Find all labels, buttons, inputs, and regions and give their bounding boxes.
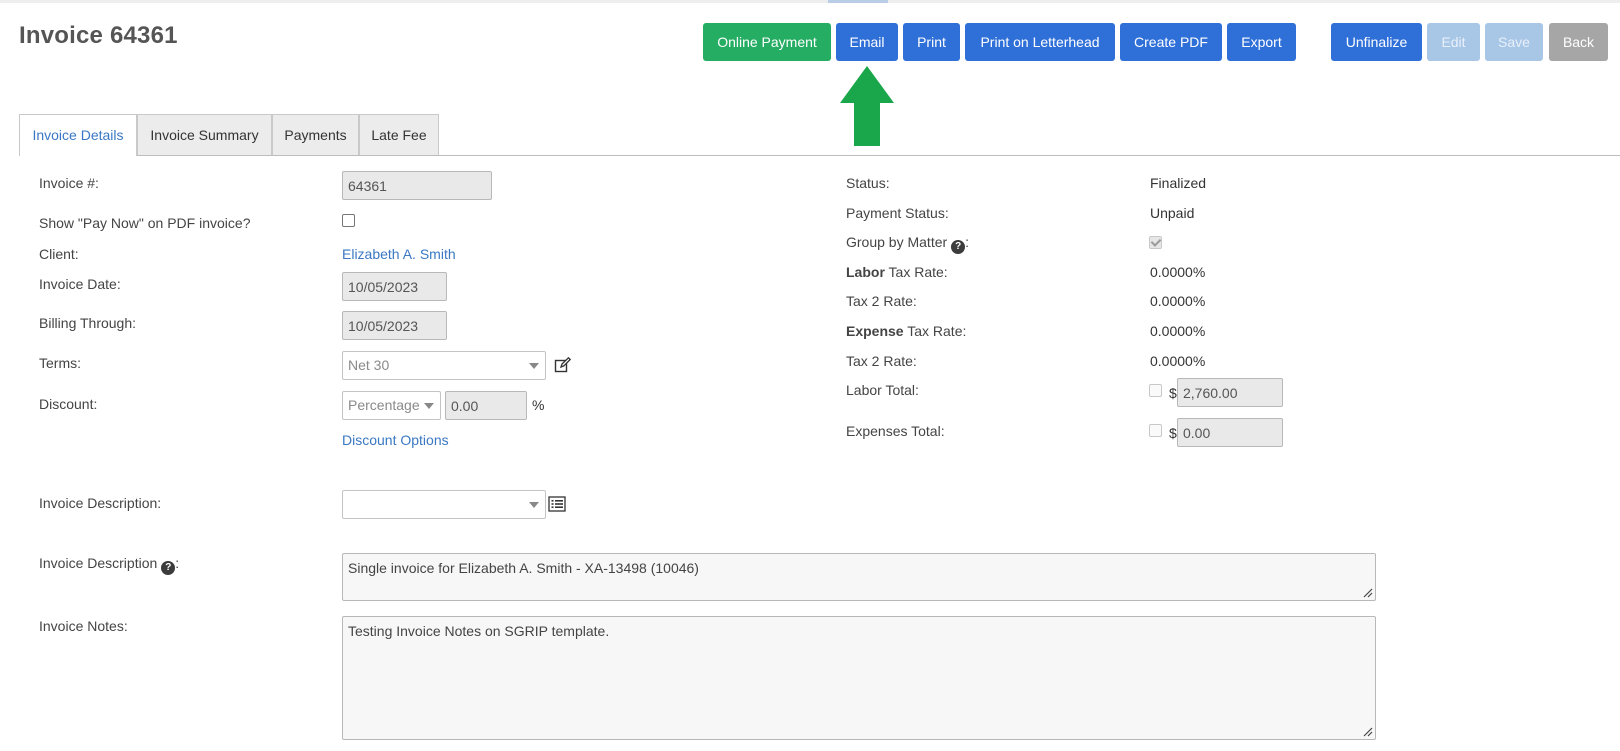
labor-tax-rate-label-bold: Labor — [846, 264, 885, 280]
discount-unit: % — [532, 397, 545, 413]
invoice-description-select[interactable] — [342, 490, 546, 519]
tax2-rate-value-expense: 0.0000% — [1150, 353, 1206, 369]
tax2-rate-value: 0.0000% — [1150, 293, 1206, 309]
chevron-down-icon — [529, 502, 539, 508]
invoice-date-field[interactable] — [342, 272, 447, 301]
top-border-accent — [828, 0, 888, 3]
billing-through-field[interactable] — [342, 311, 447, 340]
list-icon[interactable] — [548, 496, 566, 512]
tab-payments[interactable]: Payments — [272, 114, 359, 155]
invoice-number-label: Invoice #: — [39, 175, 99, 191]
payment-status-label: Payment Status: — [846, 205, 949, 221]
expenses-total-checkbox[interactable] — [1149, 424, 1162, 437]
invoice-description-label-text: Invoice Description — [39, 555, 158, 571]
save-button[interactable]: Save — [1485, 23, 1543, 61]
invoice-date-label: Invoice Date: — [39, 276, 121, 292]
edit-button[interactable]: Edit — [1427, 23, 1480, 61]
invoice-description-label-colon: : — [175, 555, 180, 571]
expense-tax-rate-label-rest: Tax Rate: — [903, 323, 967, 339]
discount-type-select[interactable]: Percentage — [342, 391, 441, 420]
chevron-down-icon — [424, 403, 434, 409]
payment-status-value: Unpaid — [1150, 205, 1195, 221]
email-button[interactable]: Email — [836, 23, 898, 61]
client-link[interactable]: Elizabeth A. Smith — [342, 246, 456, 262]
help-icon[interactable]: ? — [161, 561, 176, 575]
tab-bar-divider — [19, 155, 1620, 156]
expense-tax-rate-label: Expense Tax Rate: — [846, 323, 966, 339]
tab-late-fee[interactable]: Late Fee — [359, 114, 439, 155]
invoice-notes-textarea[interactable]: Testing Invoice Notes on SGRIP template. — [342, 616, 1376, 740]
terms-value: Net 30 — [348, 357, 390, 373]
invoice-notes-label: Invoice Notes: — [39, 618, 128, 634]
terms-label: Terms: — [39, 355, 81, 371]
resize-grip-icon[interactable] — [1363, 588, 1373, 598]
export-button[interactable]: Export — [1227, 23, 1296, 61]
discount-label: Discount: — [39, 396, 98, 412]
group-by-matter-label-colon: : — [965, 234, 970, 250]
tax2-rate-label: Tax 2 Rate: — [846, 293, 917, 309]
billing-through-label: Billing Through: — [39, 315, 137, 331]
labor-tax-rate-value: 0.0000% — [1150, 264, 1206, 280]
print-button[interactable]: Print — [903, 23, 960, 61]
online-payment-button[interactable]: Online Payment — [703, 23, 831, 61]
group-by-matter-label: Group by Matter?: — [846, 234, 969, 254]
pay-now-checkbox[interactable] — [342, 214, 355, 227]
create-pdf-button[interactable]: Create PDF — [1120, 23, 1222, 61]
labor-total-label: Labor Total: — [846, 382, 919, 398]
group-by-matter-label-text: Group by Matter — [846, 234, 948, 250]
invoice-number-field[interactable] — [342, 171, 492, 200]
edit-icon[interactable] — [554, 357, 571, 374]
labor-total-currency: $ — [1169, 385, 1177, 401]
top-border — [0, 0, 1620, 3]
labor-total-field[interactable] — [1177, 378, 1283, 407]
resize-grip-icon[interactable] — [1363, 727, 1373, 737]
back-button[interactable]: Back — [1549, 23, 1608, 61]
tab-bar: Invoice Details Invoice Summary Payments… — [19, 114, 1620, 156]
tab-invoice-summary[interactable]: Invoice Summary — [137, 114, 272, 155]
status-value: Finalized — [1150, 175, 1207, 191]
expense-tax-rate-value: 0.0000% — [1150, 323, 1206, 339]
expense-tax-rate-label-bold: Expense — [846, 323, 904, 339]
invoice-description-textarea[interactable]: Single invoice for Elizabeth A. Smith - … — [342, 553, 1376, 601]
expenses-total-field[interactable] — [1177, 418, 1283, 447]
unfinalize-button[interactable]: Unfinalize — [1331, 23, 1422, 61]
page-title: Invoice 64361 — [19, 22, 178, 49]
invoice-description-label: Invoice Description?: — [39, 555, 179, 575]
discount-value-field[interactable] — [445, 391, 527, 420]
chevron-down-icon — [529, 363, 539, 369]
discount-type-value: Percentage — [348, 397, 420, 413]
print-letterhead-button[interactable]: Print on Letterhead — [965, 23, 1115, 61]
discount-options-link[interactable]: Discount Options — [342, 432, 449, 448]
expenses-total-label: Expenses Total: — [846, 423, 945, 439]
labor-tax-rate-label: Labor Tax Rate: — [846, 264, 948, 280]
invoice-description-text: Single invoice for Elizabeth A. Smith - … — [348, 560, 699, 576]
status-label: Status: — [846, 175, 890, 191]
client-label: Client: — [39, 246, 79, 262]
tab-invoice-details[interactable]: Invoice Details — [19, 114, 137, 156]
help-icon[interactable]: ? — [951, 240, 966, 254]
labor-total-checkbox[interactable] — [1149, 384, 1162, 397]
invoice-description-select-label: Invoice Description: — [39, 495, 162, 511]
expenses-total-currency: $ — [1169, 425, 1177, 441]
tax2-rate-label-expense: Tax 2 Rate: — [846, 353, 917, 369]
invoice-notes-text: Testing Invoice Notes on SGRIP template. — [348, 623, 610, 639]
group-by-matter-checkbox[interactable] — [1149, 236, 1162, 249]
pay-now-label: Show "Pay Now" on PDF invoice? — [39, 215, 251, 231]
labor-tax-rate-label-rest: Tax Rate: — [884, 264, 948, 280]
terms-select[interactable]: Net 30 — [342, 351, 546, 380]
